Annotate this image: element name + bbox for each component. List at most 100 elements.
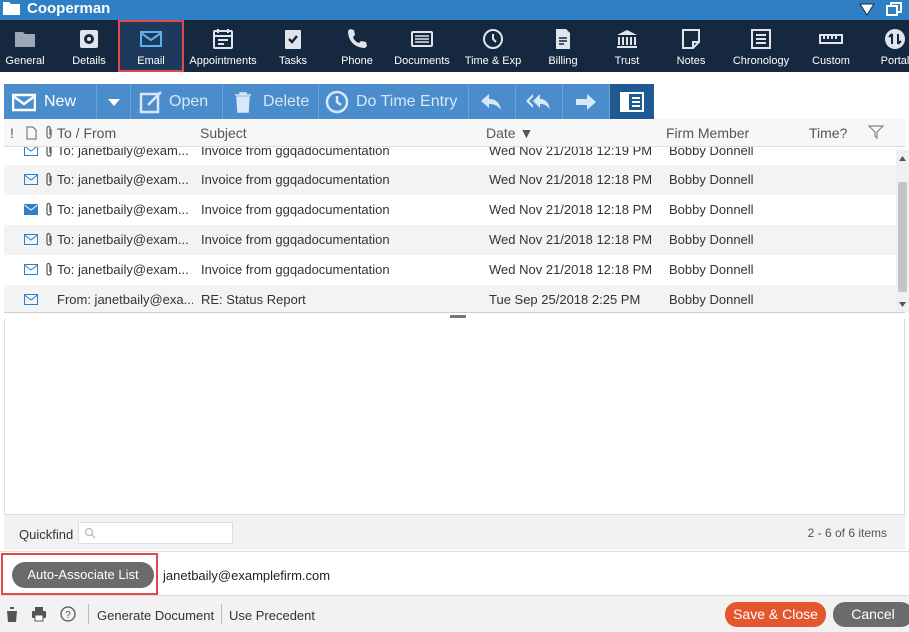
firm-member-column-header[interactable]: Firm Member [666, 125, 749, 141]
paperclip-icon[interactable] [45, 125, 53, 139]
table-row[interactable]: To: janetbaily@exam... Invoice from ggqa… [4, 195, 896, 225]
table-row[interactable]: To: janetbaily@exam... Invoice from ggqa… [4, 147, 896, 166]
list-scrollbar[interactable] [896, 150, 909, 312]
nav-item-tasks[interactable]: Tasks [268, 20, 318, 72]
reading-pane-icon [620, 92, 644, 112]
save-close-button[interactable]: Save & Close [725, 602, 826, 627]
table-row[interactable]: To: janetbaily@exam... Invoice from ggqa… [4, 225, 896, 255]
document-icon[interactable] [26, 126, 37, 140]
bill-icon [556, 29, 570, 49]
restore-window-icon[interactable] [885, 1, 903, 17]
envelope-icon [24, 174, 38, 185]
nav-item-documents[interactable]: Documents [390, 20, 454, 72]
nav-item-chronology[interactable]: Chronology [728, 20, 794, 72]
open-button[interactable]: Open [131, 84, 221, 119]
quickfind-label: Quickfind [19, 527, 74, 542]
reply-icon [481, 94, 501, 110]
dropdown-arrow-icon[interactable] [858, 1, 876, 17]
new-button[interactable]: New [4, 84, 94, 119]
clock-icon [483, 29, 503, 49]
reading-pane-toggle[interactable] [610, 84, 654, 119]
splitter-grip[interactable] [450, 315, 466, 318]
paperclip-icon [46, 147, 52, 157]
scroll-down-icon[interactable] [899, 302, 906, 307]
forward-arrow-icon [576, 94, 596, 110]
use-precedent-link[interactable]: Use Precedent [229, 608, 315, 623]
calendar-icon [213, 29, 233, 49]
search-icon [84, 527, 96, 539]
date-column-header[interactable]: Date ▼ [486, 125, 533, 141]
email-list: To: janetbaily@exam... Invoice from ggqa… [4, 147, 896, 312]
module-nav: General Details Email Appointments Tasks… [0, 20, 909, 72]
reply-all-icon [526, 94, 550, 110]
window-title: Cooperman [27, 0, 111, 17]
envelope-icon [24, 147, 38, 156]
forward-button[interactable] [563, 84, 609, 119]
scroll-up-icon[interactable] [899, 156, 906, 161]
nav-item-general[interactable]: General [0, 20, 50, 72]
trash-icon [235, 92, 251, 113]
new-dropdown-button[interactable] [97, 84, 131, 119]
paperclip-icon [46, 232, 52, 246]
folder-icon [15, 32, 35, 47]
nav-item-custom[interactable]: Custom [806, 20, 856, 72]
do-time-entry-button[interactable]: Do Time Entry [319, 84, 467, 119]
associated-email: janetbaily@examplefirm.com [163, 568, 331, 583]
svg-text:?: ? [65, 610, 71, 621]
envelope-unread-icon [24, 204, 38, 215]
filter-icon[interactable] [868, 125, 884, 139]
envelope-icon [12, 93, 36, 112]
trash-icon[interactable] [4, 606, 20, 622]
nav-item-email[interactable]: Email [118, 20, 184, 72]
envelope-icon [24, 264, 38, 275]
nav-item-time-exp[interactable]: Time & Exp [462, 20, 524, 72]
gear-icon [80, 30, 98, 48]
paperclip-icon [46, 202, 52, 216]
nav-item-phone[interactable]: Phone [332, 20, 382, 72]
table-row[interactable]: To: janetbaily@exam... Invoice from ggqa… [4, 255, 896, 285]
envelope-icon [24, 234, 38, 245]
important-column-header[interactable]: ! [10, 125, 14, 141]
reply-all-button[interactable] [516, 84, 562, 119]
cancel-button[interactable]: Cancel [833, 602, 909, 627]
nav-item-portal[interactable]: Portal [870, 20, 909, 72]
footer-bar: ? Generate Document Use Precedent Save &… [0, 595, 909, 632]
quickfind-bar: Quickfind 2 - 6 of 6 items [4, 514, 905, 550]
generate-document-link[interactable]: Generate Document [97, 608, 214, 623]
reading-pane [4, 319, 905, 514]
printer-icon[interactable] [31, 606, 47, 622]
quickfind-input[interactable] [78, 522, 233, 544]
grid-header: ! To / From Subject Date ▼ Firm Member T… [4, 119, 905, 147]
table-row[interactable]: To: janetbaily@exam... Invoice from ggqa… [4, 165, 896, 195]
clock-icon [325, 90, 349, 114]
to-from-column-header[interactable]: To / From [57, 125, 116, 141]
item-count: 2 - 6 of 6 items [807, 526, 887, 540]
envelope-icon [24, 294, 38, 305]
window-titlebar: Cooperman [0, 0, 909, 20]
auto-associate-list-button[interactable]: Auto-Associate List [12, 562, 154, 588]
chevron-down-icon [108, 99, 120, 106]
nav-item-notes[interactable]: Notes [666, 20, 716, 72]
sync-icon [885, 29, 905, 49]
nav-item-details[interactable]: Details [62, 20, 116, 72]
reply-button[interactable] [469, 84, 515, 119]
note-icon [682, 29, 700, 49]
folder-icon [3, 2, 20, 15]
nav-item-billing[interactable]: Billing [538, 20, 588, 72]
email-toolbar: New Open Delete Do Time Entry [4, 84, 654, 119]
time-column-header[interactable]: Time? [809, 125, 847, 141]
auto-associate-bar: Auto-Associate List janetbaily@examplefi… [0, 551, 909, 595]
delete-button[interactable]: Delete [223, 84, 318, 119]
documents-icon [411, 31, 433, 47]
subject-column-header[interactable]: Subject [200, 125, 247, 141]
clipboard-check-icon [285, 30, 301, 49]
paperclip-icon [46, 172, 52, 186]
divider [221, 604, 222, 624]
nav-item-trust[interactable]: Trust [602, 20, 652, 72]
table-row[interactable]: From: janetbaily@exa... RE: Status Repor… [4, 285, 896, 312]
help-icon[interactable]: ? [60, 606, 76, 622]
scroll-thumb[interactable] [898, 182, 907, 292]
pane-splitter[interactable] [4, 312, 905, 319]
nav-item-appointments[interactable]: Appointments [186, 20, 260, 72]
envelope-icon [140, 31, 162, 47]
